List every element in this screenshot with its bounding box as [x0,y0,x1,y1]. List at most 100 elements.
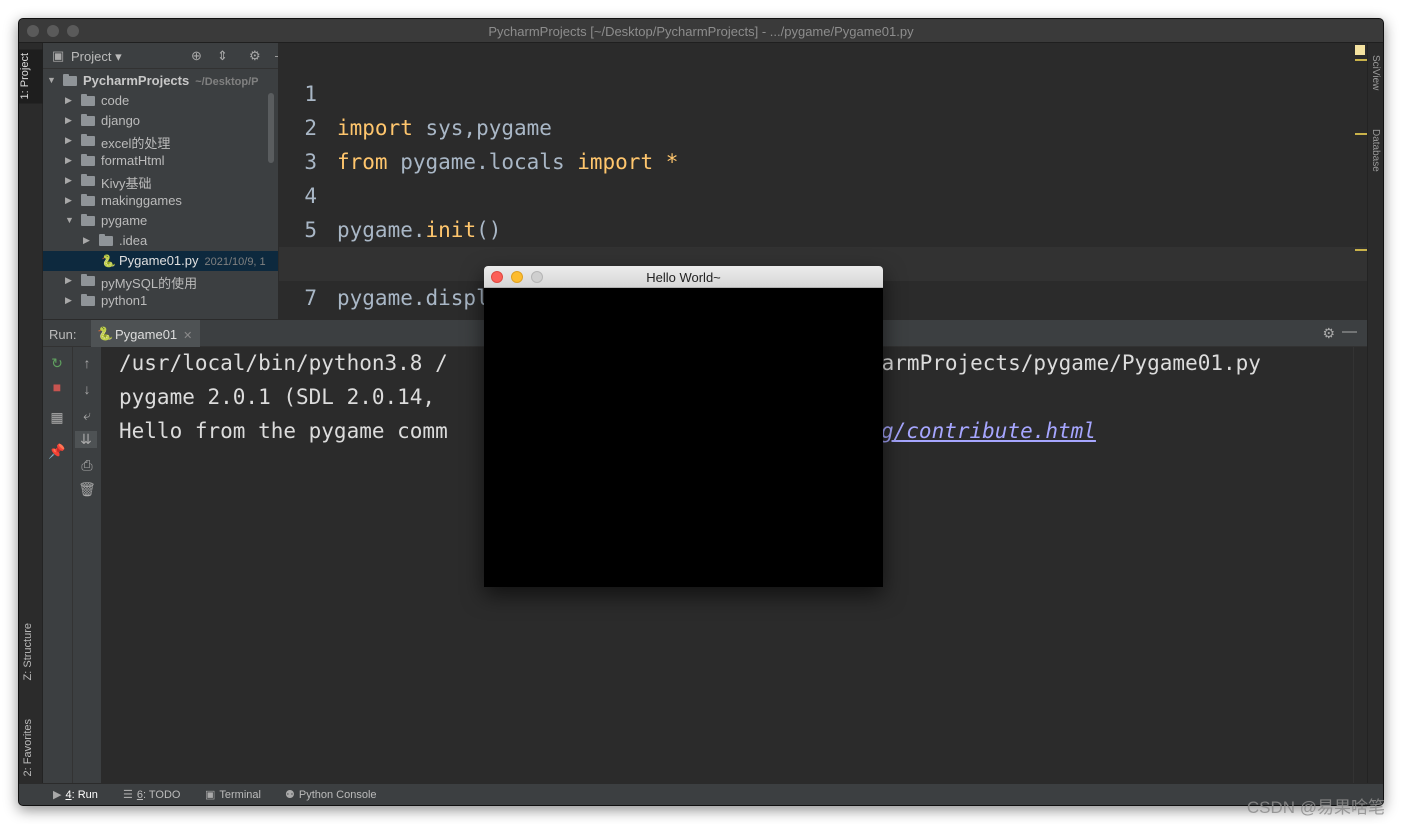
down-arrow-icon[interactable]: ↓ [77,381,97,397]
expand-arrow-icon[interactable]: ▶ [65,155,72,166]
tab-todo[interactable]: ☰ 6: TODO [123,788,181,801]
project-view-selector[interactable]: Project ▾ [71,49,122,65]
right-tool-strip: SciView Database [1367,43,1383,783]
project-panel-header: ▣ Project ▾ ⊕ ⇕ ⚙ — [43,43,278,69]
run-icon: ▶ [53,789,62,801]
tree-item-excel[interactable]: ▶ excel的处理 [43,131,278,151]
error-stripe-marker[interactable] [1355,133,1367,135]
tree-item-label: Kivy基础 [101,176,152,191]
locate-icon[interactable]: ⊕ [191,48,202,64]
console-scrollbar[interactable] [1353,347,1367,783]
close-tab-icon[interactable]: ✕ [183,330,192,342]
error-stripe-marker[interactable] [1355,249,1367,251]
tree-item-label: .idea [119,233,148,248]
tree-scrollbar[interactable] [268,93,274,163]
folder-icon [81,174,95,186]
tree-item-kivy[interactable]: ▶ Kivy基础 [43,171,278,191]
tab-structure[interactable]: Z: Structure [22,623,34,680]
pygame-display-surface[interactable] [484,288,883,587]
tab-project[interactable]: 1: Project [19,49,43,104]
pin-icon[interactable]: 📌 [47,443,67,460]
up-arrow-icon[interactable]: ↑ [77,355,97,371]
project-view-icon: ▣ [52,48,65,63]
folder-icon [81,214,95,226]
pygame-window-title: Hello World~ [646,270,721,285]
trash-icon[interactable]: 🗑 [77,481,97,498]
folder-icon [81,114,95,126]
folder-icon [81,274,95,286]
console-line: Hello from the pygame comm [119,419,448,443]
code-line: 1 import sys,pygame [279,43,1367,140]
pygame-title-bar[interactable]: Hello World~ [484,266,883,288]
expand-arrow-icon[interactable]: ▶ [65,115,72,126]
stop-icon[interactable]: ■ [47,379,67,395]
expand-arrow-icon[interactable]: ▶ [65,175,72,186]
collapse-all-icon[interactable]: ⇕ [217,48,228,64]
collapse-arrow-icon[interactable]: ▼ [65,215,74,225]
tree-item-python1[interactable]: ▶ python1 [43,291,278,311]
window-title: PycharmProjects [~/Desktop/PycharmProjec… [488,24,914,39]
python-icon: 🐍 [97,326,114,341]
tree-item-formathtml[interactable]: ▶ formatHtml [43,151,278,171]
expand-arrow-icon[interactable]: ▶ [65,95,72,106]
csdn-watermark: CSDN @易果啥笔 [1246,798,1385,817]
list-icon: ☰ [123,789,133,801]
rerun-icon[interactable]: ↻ [47,355,67,372]
tree-item-pygame[interactable]: ▼ pygame [43,211,278,231]
tree-item-label: django [101,113,141,128]
code-line: 3 [279,111,1367,174]
folder-icon [81,134,95,146]
folder-icon [81,294,95,306]
tab-python-console[interactable]: ⚉ Python Console [285,788,377,801]
tree-item-pycharmprojects[interactable]: ▼ PycharmProjects ~/Desktop/P [43,71,278,91]
bottom-tool-bar: ▶ 4: Run ☰ 6: TODO ▣ Terminal ⚉ Python Conso… [19,783,1383,805]
hide-panel-icon[interactable]: — [1342,323,1357,340]
expand-arrow-icon[interactable]: ▶ [65,195,72,206]
gear-icon[interactable]: ⚙ [249,48,261,64]
run-tab-label: Pygame01 [115,327,178,342]
code-line: 4 pygame.init() [279,145,1367,242]
expand-arrow-icon[interactable]: ▼ [47,75,56,85]
tab-run[interactable]: ▶ 4: Run [53,788,98,801]
expand-arrow-icon[interactable]: ▶ [65,275,72,286]
tree-item-pygame01-py[interactable]: 🐍 Pygame01.py 2021/10/9, 1 [43,251,278,271]
tab-sciview[interactable]: SciView [1370,55,1381,90]
tree-item-django[interactable]: ▶ django [43,111,278,131]
tree-item-code[interactable]: ▶ code [43,91,278,111]
folder-icon [99,234,113,246]
error-stripe-marker[interactable] [1355,59,1367,61]
contribute-link[interactable]: g/contribute.html [881,419,1096,443]
expand-arrow-icon[interactable]: ▶ [65,135,72,146]
tree-item-label: code [101,93,130,108]
layout-icon[interactable]: ▦ [47,409,67,426]
gear-icon[interactable]: ⚙ [1322,325,1335,342]
tab-sciview-label: SciView [1370,55,1381,91]
folder-icon [81,194,95,206]
expand-arrow-icon[interactable]: ▶ [83,235,90,246]
tab-favorites[interactable]: 2: Favorites [22,719,34,776]
expand-arrow-icon[interactable]: ▶ [65,295,72,306]
code-line: 5 DISPLAY_SURF = pygame.display.set_mode… [279,179,1367,276]
inspection-status-icon[interactable] [1355,45,1365,55]
run-label: Run: [49,327,77,342]
tree-item-pymysql[interactable]: ▶ pyMySQL的使用 [43,271,278,291]
console-line-tail: harmProjects/pygame/Pygame01.py [869,351,1261,375]
tab-favorites-label: 2: Favorites [22,719,34,777]
python-console-icon: ⚉ [285,789,295,801]
print-icon[interactable]: ⎙ [77,457,97,474]
project-view-label: Project [71,49,112,64]
title-bar: PycharmProjects [~/Desktop/PycharmProjec… [19,19,1383,43]
tree-item-makinggames[interactable]: ▶ makinggames [43,191,278,211]
tree-item-label: makinggames [101,193,182,208]
tab-database[interactable]: Database [1370,129,1381,172]
tree-item-idea[interactable]: ▶ .idea [43,231,278,251]
tab-structure-label: Z: Structure [22,623,34,681]
folder-icon [63,74,77,86]
scroll-to-end-icon[interactable]: ⇊ [75,431,97,448]
pygame-window[interactable]: Hello World~ [484,266,883,587]
tree-item-label: excel的处理 [101,136,171,151]
run-tab-pygame01[interactable]: 🐍 Pygame01 ✕ [91,320,201,347]
tab-terminal[interactable]: ▣ Terminal [205,788,261,801]
soft-wrap-icon[interactable]: ⤶ [77,407,97,424]
run-toolbar-column: ↑ ↓ ⤶ ⇊ ⎙ 🗑 [72,347,101,783]
